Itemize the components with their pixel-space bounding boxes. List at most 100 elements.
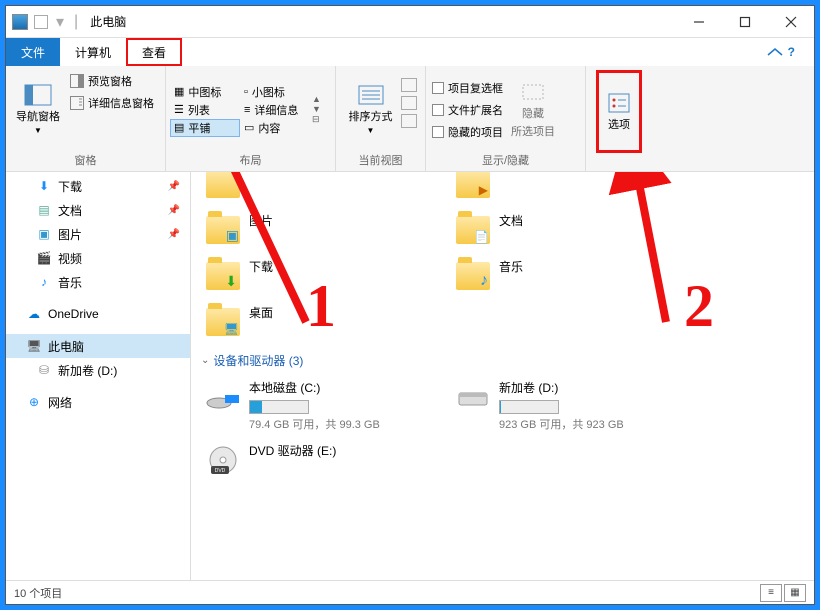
tab-file[interactable]: 文件 xyxy=(6,38,60,66)
tiles-view-button[interactable]: ▦ xyxy=(784,584,806,602)
qat-icon[interactable] xyxy=(34,15,48,29)
tab-computer[interactable]: 计算机 xyxy=(60,38,126,66)
dvd-icon: DVD xyxy=(205,442,241,478)
ribbon-group-panes: 导航窗格 ▼ 预览窗格 详细信息窗格 窗格 xyxy=(6,66,166,171)
options-button[interactable]: 选项 xyxy=(596,70,642,153)
ribbon-collapse-button[interactable]: ? xyxy=(751,38,814,66)
maximize-button[interactable] xyxy=(722,7,768,37)
sidebar-item-newvol[interactable]: ⛁新加卷 (D:) xyxy=(6,358,190,382)
nav-pane-icon xyxy=(24,84,52,106)
item-checkboxes-toggle[interactable]: 项目复选框 xyxy=(430,77,505,99)
folder-music[interactable]: ♪音乐 xyxy=(451,254,701,298)
navigation-sidebar: ⬇下载📌 ▤文档📌 ▣图片📌 🎬视频 ♪音乐 ☁OneDrive 🖥此电脑 ⛁新… xyxy=(6,172,191,580)
sidebar-item-thispc[interactable]: 🖥此电脑 xyxy=(6,334,190,358)
view-switcher: ≡ ▦ xyxy=(760,584,806,602)
sidebar-item-pictures[interactable]: ▣图片📌 xyxy=(6,222,190,246)
pc-icon xyxy=(12,14,28,30)
hide-selected-button[interactable]: 隐藏 所选项目 xyxy=(505,70,561,149)
sidebar-item-music[interactable]: ♪音乐 xyxy=(6,270,190,294)
pictures-icon: ▣ xyxy=(36,226,52,242)
close-button[interactable] xyxy=(768,7,814,37)
ribbon-group-layout: ▦中图标 ☰列表 ▤平铺 ▫小图标 ≡详细信息 ▭内容 ▲ ▼ ⊟ 布局 xyxy=(166,66,336,171)
drive-d[interactable]: 新加卷 (D:) 923 GB 可用，共 923 GB xyxy=(451,375,701,436)
chevron-down-icon: ⌄ xyxy=(201,355,209,366)
pin-icon: 📌 xyxy=(168,181,180,192)
folder-tile[interactable]: ▶ xyxy=(451,172,701,206)
ribbon-group-show-hide: 项目复选框 文件扩展名 隐藏的项目 隐藏 所选项目 显示/隐藏 xyxy=(426,66,586,171)
drive-e[interactable]: DVD DVD 驱动器 (E:) xyxy=(201,438,451,482)
layout-content[interactable]: ▭内容 xyxy=(240,119,310,137)
documents-folder-icon: 📄 xyxy=(456,216,490,244)
hide-icon xyxy=(519,81,547,103)
network-icon: ⊕ xyxy=(26,394,42,410)
preview-pane-icon xyxy=(70,74,84,88)
layout-medium-icons[interactable]: ▦中图标 xyxy=(170,83,240,101)
preview-pane-button[interactable]: 预览窗格 xyxy=(66,70,158,92)
window-title: 此电脑 xyxy=(86,13,126,30)
progress-bar xyxy=(499,400,559,414)
details-pane-button[interactable]: 详细信息窗格 xyxy=(66,92,158,114)
videos-icon: 🎬 xyxy=(36,250,52,266)
folder-icon xyxy=(206,172,240,198)
drive-c[interactable]: 本地磁盘 (C:) 79.4 GB 可用，共 99.3 GB xyxy=(201,375,451,436)
svg-text:DVD: DVD xyxy=(215,468,226,474)
hidden-items-toggle[interactable]: 隐藏的项目 xyxy=(430,121,505,143)
progress-bar xyxy=(249,400,309,414)
folders-section: ▶ ▣图片 📄文档 ⬇下载 ♪音乐 🖥桌面 xyxy=(201,176,804,346)
folder-downloads[interactable]: ⬇下载 xyxy=(201,254,451,298)
sidebar-item-documents[interactable]: ▤文档📌 xyxy=(6,198,190,222)
ribbon: 导航窗格 ▼ 预览窗格 详细信息窗格 窗格 ▦中图标 ☰列表 ▤平铺 ▫小图标 xyxy=(6,66,814,172)
size-columns-icon[interactable] xyxy=(401,114,417,128)
layout-small-icons[interactable]: ▫小图标 xyxy=(240,83,310,101)
sidebar-item-videos[interactable]: 🎬视频 xyxy=(6,246,190,270)
music-folder-icon: ♪ xyxy=(456,262,490,290)
ribbon-tabs: 文件 计算机 查看 ? xyxy=(6,38,814,66)
sidebar-item-onedrive[interactable]: ☁OneDrive xyxy=(6,302,190,326)
music-icon: ♪ xyxy=(36,274,52,290)
tab-view[interactable]: 查看 xyxy=(126,38,182,66)
folder-desktop[interactable]: 🖥桌面 xyxy=(201,300,451,344)
layout-tiles[interactable]: ▤平铺 xyxy=(170,119,240,137)
scroll-up-icon[interactable]: ▲ xyxy=(312,94,321,104)
details-pane-icon xyxy=(70,96,84,110)
onedrive-icon: ☁ xyxy=(26,306,42,322)
main-panel: ▶ ▣图片 📄文档 ⬇下载 ♪音乐 🖥桌面 ⌄ 设备和驱动器 (3) 本地磁盘 … xyxy=(191,172,814,580)
qat-dropdown-icon[interactable]: ▾ xyxy=(54,12,66,32)
drives-section-header[interactable]: ⌄ 设备和驱动器 (3) xyxy=(201,346,804,375)
file-extensions-toggle[interactable]: 文件扩展名 xyxy=(430,99,505,121)
pin-icon: 📌 xyxy=(168,229,180,240)
sort-button[interactable]: 排序方式 ▼ xyxy=(343,70,399,149)
nav-pane-button[interactable]: 导航窗格 ▼ xyxy=(10,70,66,149)
more-icon[interactable]: ⊟ xyxy=(312,114,321,125)
options-icon xyxy=(605,92,633,114)
title-bar-left: ▾ | 此电脑 xyxy=(6,12,126,32)
sort-icon xyxy=(357,84,385,106)
folder-tile[interactable] xyxy=(201,172,451,206)
window-controls xyxy=(676,7,814,37)
chevron-down-icon: ▼ xyxy=(34,126,42,135)
downloads-icon: ⬇ xyxy=(36,178,52,194)
drive-icon: ⛁ xyxy=(36,362,52,378)
details-view-button[interactable]: ≡ xyxy=(760,584,782,602)
title-bar: ▾ | 此电脑 xyxy=(6,6,814,38)
pin-icon: 📌 xyxy=(168,205,180,216)
layout-list[interactable]: ☰列表 xyxy=(170,101,240,119)
layout-details[interactable]: ≡详细信息 xyxy=(240,101,310,119)
status-bar: 10 个项目 ≡ ▦ xyxy=(6,580,814,604)
folder-documents[interactable]: 📄文档 xyxy=(451,208,701,252)
sidebar-item-network[interactable]: ⊕网络 xyxy=(6,390,190,414)
ribbon-group-options: 选项 xyxy=(586,66,652,171)
ribbon-group-current-view: 排序方式 ▼ 当前视图 xyxy=(336,66,426,171)
add-columns-icon[interactable] xyxy=(401,96,417,110)
chevron-down-icon: ▼ xyxy=(367,126,375,135)
minimize-button[interactable] xyxy=(676,7,722,37)
documents-icon: ▤ xyxy=(36,202,52,218)
disk-icon xyxy=(205,379,241,415)
group-by-icon[interactable] xyxy=(401,78,417,92)
scroll-down-icon[interactable]: ▼ xyxy=(312,104,321,114)
folder-pictures[interactable]: ▣图片 xyxy=(201,208,451,252)
sidebar-item-downloads[interactable]: ⬇下载📌 xyxy=(6,174,190,198)
content-area: ⬇下载📌 ▤文档📌 ▣图片📌 🎬视频 ♪音乐 ☁OneDrive 🖥此电脑 ⛁新… xyxy=(6,172,814,580)
status-text: 10 个项目 xyxy=(14,585,62,601)
help-icon[interactable]: ? xyxy=(788,45,795,59)
